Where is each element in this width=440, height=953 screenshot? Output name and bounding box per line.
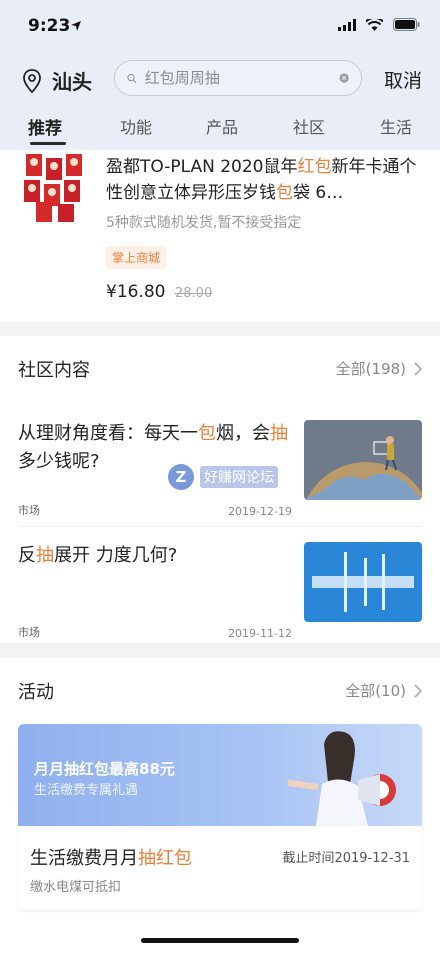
blue-banner-image	[304, 542, 422, 622]
search-icon	[127, 73, 137, 83]
red-envelope-product-image	[16, 150, 90, 224]
activity-see-all[interactable]: 全部(10)	[345, 680, 422, 701]
watermark: Z 好赚网论坛	[168, 464, 278, 490]
store-tag: 掌上商城	[106, 246, 167, 269]
woman-megaphone-illustration	[288, 731, 396, 826]
product-title: 盈都TO-PLAN 2020鼠年红包新年卡通个性创意立体异形压岁钱包袋 6…	[106, 157, 417, 203]
location-arrow-icon	[71, 21, 81, 31]
header: 汕头 取消 推荐 功能 产品 社区 生活	[0, 54, 440, 150]
watermark-text: 好赚网论坛	[200, 466, 278, 488]
watermark-logo: Z	[168, 464, 194, 490]
tab-functions[interactable]: 功能	[120, 114, 152, 138]
post-item[interactable]: 反抽展开 力度几何? 市场 2019-11-12	[18, 542, 422, 642]
activity-subtitle: 缴水电煤可抵扣	[30, 880, 122, 895]
home-indicator[interactable]	[141, 938, 299, 943]
location-selector[interactable]: 汕头	[22, 66, 92, 95]
divider	[18, 526, 422, 527]
location-label: 汕头	[52, 70, 92, 94]
tab-bar: 推荐 功能 产品 社区 生活	[0, 112, 440, 150]
post-category: 市场	[18, 504, 40, 517]
community-see-all[interactable]: 全部(198)	[336, 358, 422, 379]
tab-products[interactable]: 产品	[206, 114, 238, 138]
post-date: 2019-12-19	[228, 505, 292, 518]
location-pin-icon	[23, 68, 41, 93]
banner-subtitle: 生活缴费专属礼遇	[34, 783, 139, 798]
post-title: 反抽展开 力度几何?	[18, 545, 178, 566]
tab-life[interactable]: 生活	[380, 114, 412, 138]
active-tab-indicator	[30, 142, 66, 145]
clear-icon[interactable]	[339, 69, 349, 87]
post-date: 2019-11-12	[228, 627, 292, 640]
activity-card[interactable]: 月月抽红包最高88元 生活缴费专属礼遇 生活缴费月月抽红包 截止时间2019-1…	[18, 724, 422, 910]
section-title: 社区内容	[18, 360, 90, 381]
chevron-right-icon	[414, 361, 422, 376]
product-card[interactable]: 盈都TO-PLAN 2020鼠年红包新年卡通个性创意立体异形压岁钱包袋 6… 5…	[0, 150, 440, 322]
status-time: 9:23	[28, 16, 71, 36]
tab-recommend[interactable]: 推荐	[28, 114, 62, 139]
activity-section: 活动 全部(10) 月月抽红包最高88元 生活缴费专属礼遇 生活缴费月月抽红包 …	[0, 658, 440, 953]
product-subtitle: 5种款式随机发货,暂不接受指定	[106, 215, 302, 231]
signal-icon	[338, 18, 356, 31]
globe-cart-image	[304, 420, 422, 500]
wifi-icon	[366, 18, 383, 31]
price: ¥16.80	[106, 282, 166, 302]
chevron-right-icon	[414, 683, 422, 698]
cancel-button[interactable]: 取消	[384, 66, 422, 93]
tab-community[interactable]: 社区	[293, 114, 325, 138]
status-bar: 9:23	[0, 0, 440, 54]
battery-icon	[393, 18, 420, 31]
post-category: 市场	[18, 626, 40, 639]
activity-deadline: 截止时间2019-12-31	[282, 851, 410, 866]
activity-title: 生活缴费月月抽红包	[30, 848, 192, 869]
banner-title: 月月抽红包最高88元	[34, 760, 175, 778]
original-price: 28.00	[175, 286, 213, 301]
search-box[interactable]	[114, 60, 362, 96]
activity-banner: 月月抽红包最高88元 生活缴费专属礼遇	[18, 724, 422, 826]
search-input[interactable]	[144, 69, 339, 87]
section-title: 活动	[18, 682, 54, 703]
